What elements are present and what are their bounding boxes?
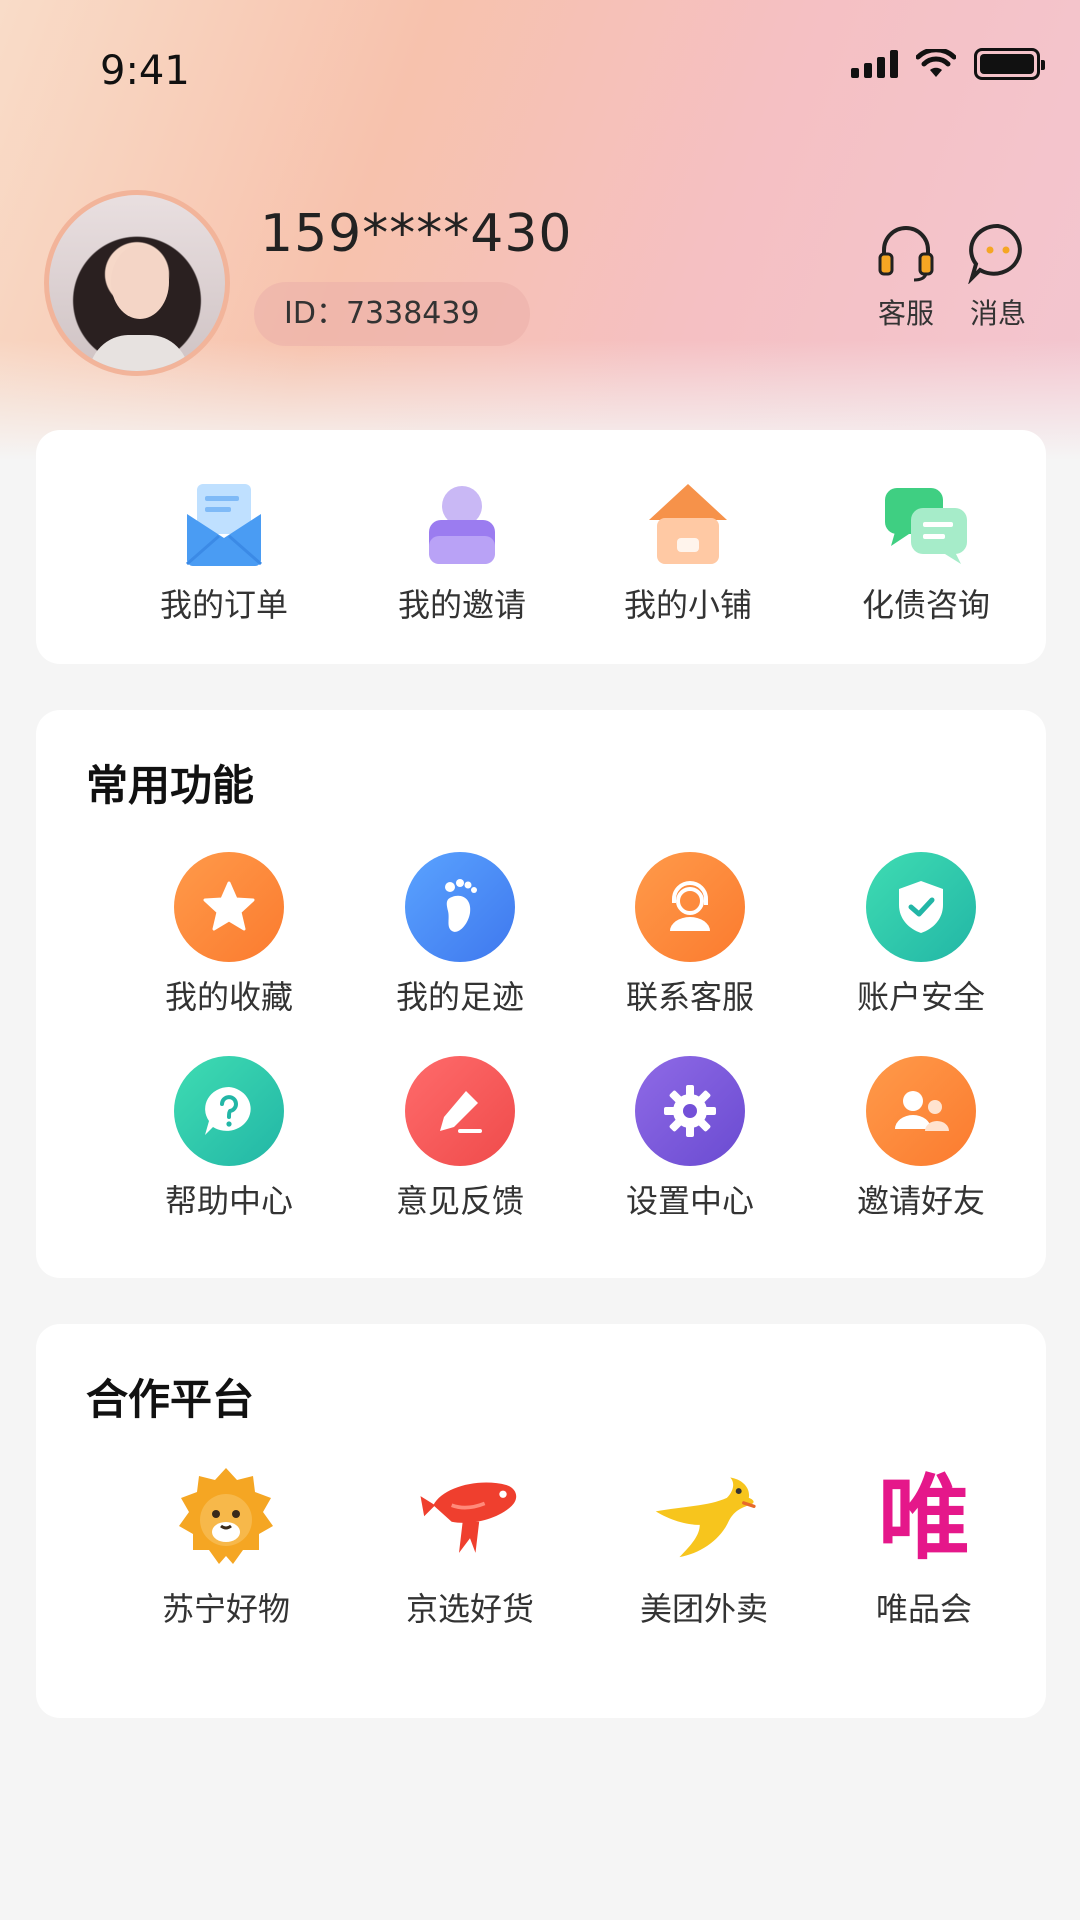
vip-label: 唯品会 <box>875 1590 972 1628</box>
pencil-feedback-icon <box>440 1091 482 1133</box>
user-invite-icon <box>429 486 495 564</box>
headset-icon <box>878 226 934 282</box>
settings-label: 设置中心 <box>625 1182 754 1220</box>
help-center-label: 帮助中心 <box>164 1182 293 1220</box>
my-shop-label: 我的小铺 <box>623 586 752 624</box>
customer-service-label: 客服 <box>877 297 934 330</box>
my-invites-label: 我的邀请 <box>397 586 526 624</box>
account-security-entry[interactable]: 账户安全 <box>821 852 1021 1018</box>
battery-icon <box>974 48 1045 80</box>
partner-platforms-card: 合作平台 苏宁好物 京选好货 美团外卖 唯 唯品会 <box>36 1324 1046 1718</box>
shop-house-icon <box>649 484 727 564</box>
suning-lion-logo-icon <box>179 1468 273 1564</box>
messages-label: 消息 <box>969 297 1026 330</box>
envelope-icon <box>186 484 262 566</box>
account-security-label: 账户安全 <box>856 978 985 1016</box>
my-orders-label: 我的订单 <box>159 586 288 624</box>
invite-friends-entry[interactable]: 邀请好友 <box>821 1056 1021 1222</box>
debt-consult-label: 化债咨询 <box>861 586 990 624</box>
invite-friends-icon <box>895 1091 949 1131</box>
quick-entries-card: 我的订单 我的邀请 我的小铺 化债咨询 <box>36 430 1046 664</box>
favorites-entry[interactable]: 我的收藏 <box>129 852 329 1018</box>
common-functions-card: 常用功能 我的收藏 我的足迹 联系客服 账户安全 帮助中心 意见反馈 设置中心 … <box>36 710 1046 1278</box>
status-bar: 9:41 <box>0 0 1080 140</box>
my-orders-entry[interactable]: 我的订单 <box>124 470 324 626</box>
shield-check-icon <box>899 881 943 933</box>
jd-fish-logo-icon <box>420 1482 517 1553</box>
contact-service-label: 联系客服 <box>625 978 754 1016</box>
footprint-icon <box>445 879 477 932</box>
user-id-badge: ID：7338439 <box>254 282 530 346</box>
customer-service-icon <box>670 881 710 931</box>
meituan-entry[interactable]: 美团外卖 <box>604 1464 804 1630</box>
vip-logo-icon: 唯 <box>877 1465 970 1572</box>
partner-platforms-title: 合作平台 <box>86 1375 255 1424</box>
status-time: 9:41 <box>100 48 190 94</box>
customer-service-button[interactable]: 客服 <box>866 220 946 332</box>
user-phone: 159****430 <box>260 204 573 264</box>
vip-entry[interactable]: 唯 唯品会 <box>824 1464 1024 1630</box>
meituan-kangaroo-logo-icon <box>655 1477 756 1558</box>
jd-label: 京选好货 <box>405 1590 534 1628</box>
suning-label: 苏宁好物 <box>161 1590 290 1628</box>
avatar[interactable] <box>44 190 230 376</box>
message-bubble-icon <box>968 223 1022 284</box>
my-shop-entry[interactable]: 我的小铺 <box>588 470 788 626</box>
debt-consult-entry[interactable]: 化债咨询 <box>826 470 1026 626</box>
help-question-icon <box>205 1087 251 1135</box>
status-icons <box>851 48 1045 80</box>
suning-entry[interactable]: 苏宁好物 <box>126 1464 326 1630</box>
footprints-label: 我的足迹 <box>395 978 524 1016</box>
star-icon <box>203 881 255 931</box>
favorites-label: 我的收藏 <box>164 978 293 1016</box>
wifi-icon <box>916 49 956 77</box>
messages-button[interactable]: 消息 <box>958 220 1038 332</box>
gear-icon <box>664 1085 716 1137</box>
help-center-entry[interactable]: 帮助中心 <box>129 1056 329 1222</box>
meituan-label: 美团外卖 <box>639 1590 768 1628</box>
contact-service-entry[interactable]: 联系客服 <box>590 852 790 1018</box>
chat-consult-icon <box>885 488 967 564</box>
feedback-entry[interactable]: 意见反馈 <box>360 1056 560 1222</box>
invite-friends-label: 邀请好友 <box>856 1182 985 1220</box>
settings-entry[interactable]: 设置中心 <box>590 1056 790 1222</box>
common-functions-title: 常用功能 <box>86 761 255 810</box>
cellular-signal-icon <box>851 50 898 78</box>
footprints-entry[interactable]: 我的足迹 <box>360 852 560 1018</box>
my-invites-entry[interactable]: 我的邀请 <box>362 470 562 626</box>
jd-entry[interactable]: 京选好货 <box>370 1464 570 1630</box>
feedback-label: 意见反馈 <box>395 1182 524 1220</box>
